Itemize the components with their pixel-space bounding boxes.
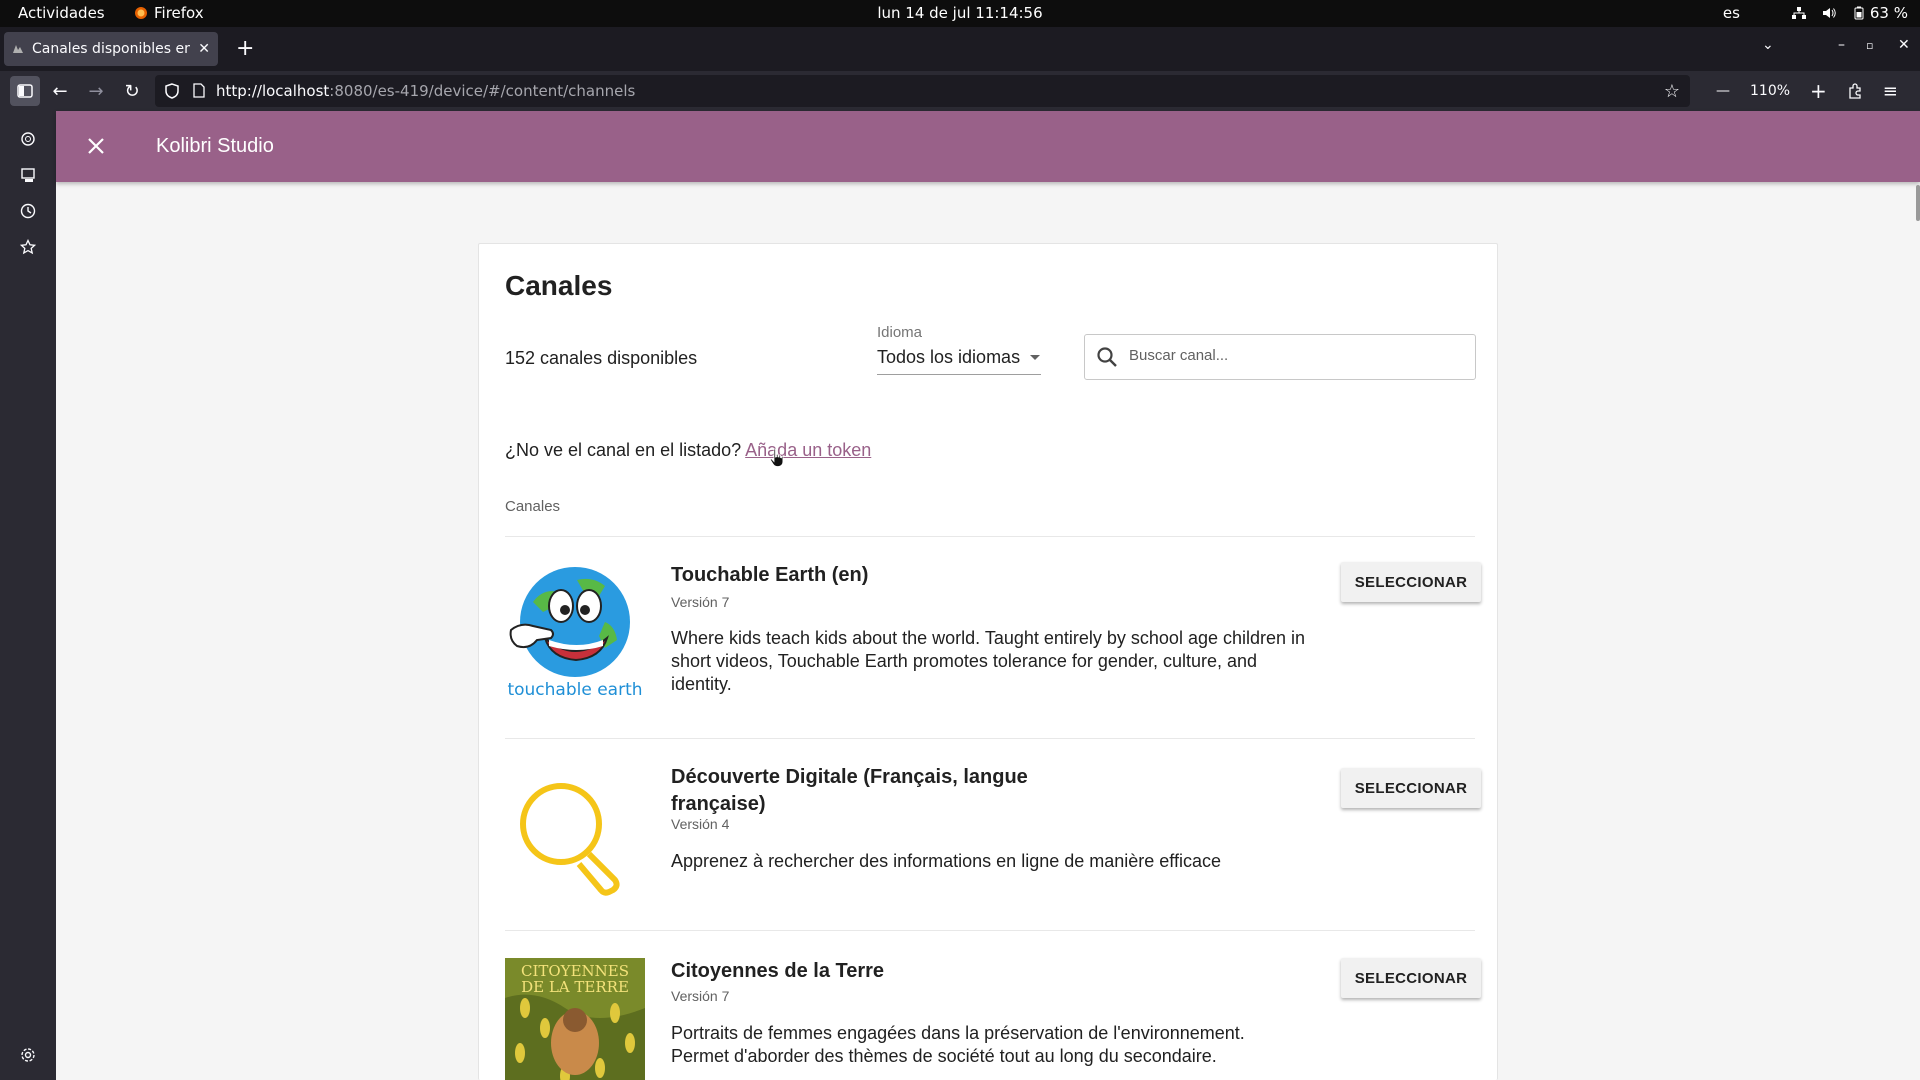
channel-version: Versión 7 — [671, 594, 730, 610]
app-title: Kolibri Studio — [156, 135, 274, 157]
zoom-out-button[interactable]: — — [1716, 83, 1730, 99]
channel-search-box[interactable] — [1084, 334, 1476, 380]
url-text[interactable]: http://localhost:8080/es-419/device/#/co… — [216, 82, 635, 100]
thumbnail-logo-text: touchable earth — [507, 680, 642, 700]
select-channel-button[interactable]: SELECCIONAR — [1341, 768, 1481, 808]
history-icon[interactable] — [16, 199, 40, 223]
page-info-icon[interactable] — [193, 83, 205, 98]
ai-chatbot-icon[interactable] — [16, 127, 40, 151]
language-filter-label: Idioma — [877, 324, 923, 341]
tab-close-icon[interactable]: ✕ — [198, 41, 210, 57]
volume-icon — [1822, 8, 1836, 18]
divider — [505, 738, 1475, 739]
language-filter-select[interactable]: Todos los idiomas — [877, 347, 1041, 375]
search-icon — [1097, 347, 1117, 367]
reload-button[interactable]: ↻ — [120, 79, 144, 103]
activities-button[interactable]: Actividades — [18, 4, 105, 22]
page-title: Canales — [505, 270, 613, 301]
zoom-level[interactable]: 110% — [1750, 83, 1790, 99]
token-prompt-text: ¿No ve el canal en el listado? — [505, 440, 742, 460]
system-tray[interactable]: es 63 % — [1723, 4, 1908, 22]
touchable-earth-thumbnail: touchable earth — [507, 567, 643, 700]
back-button[interactable]: ← — [48, 79, 72, 103]
hand-cursor-icon — [769, 448, 784, 467]
select-channel-button[interactable]: SELECCIONAR — [1341, 958, 1481, 998]
extensions-icon[interactable] — [1847, 83, 1863, 99]
close-window-icon[interactable]: ✕ — [1898, 37, 1910, 53]
sidebar-icon — [17, 84, 33, 98]
citoyennes-thumbnail: CITOYENNES DE LA TERRE — [505, 958, 645, 1080]
system-top-bar: Actividades Firefox lun 14 de jul 11:14:… — [0, 0, 1920, 27]
minimize-window-icon[interactable]: – — [1838, 37, 1845, 53]
divider — [505, 536, 1475, 537]
bookmark-star-icon[interactable]: ☆ — [1664, 81, 1680, 102]
forward-button[interactable]: → — [84, 79, 108, 103]
channel-row: CITOYENNES DE LA TERRE Citoyennes de la … — [505, 958, 1481, 1080]
dropdown-arrow-icon — [1030, 355, 1041, 360]
page-scrollbar[interactable] — [1916, 185, 1920, 221]
sidebar-settings-icon[interactable] — [16, 1043, 40, 1067]
browser-tab-active[interactable]: Canales disponibles en Kolibri ✕ — [4, 32, 218, 66]
app-name: Firefox — [154, 4, 204, 22]
channel-row: touchable earth Touchable Earth (en) Ver… — [505, 562, 1481, 712]
network-icon — [1791, 7, 1806, 19]
channel-title: Citoyennes de la Terre — [671, 960, 885, 982]
thumbnail-title-line-2: DE LA TERRE — [521, 978, 629, 996]
synced-tabs-icon[interactable] — [16, 163, 40, 187]
battery-indicator[interactable]: 63 % — [1852, 4, 1908, 22]
battery-percent: 63 % — [1869, 4, 1908, 22]
tab-strip: Canales disponibles en Kolibri ✕ + ⌄ – ▫… — [0, 27, 1920, 71]
select-channel-button[interactable]: SELECCIONAR — [1341, 562, 1481, 602]
app-header: Kolibri Studio — [56, 111, 1920, 182]
close-icon[interactable] — [83, 133, 109, 159]
channel-search-input[interactable] — [1129, 347, 1459, 364]
sidebar-toggle-button[interactable] — [10, 76, 40, 106]
app-menu[interactable]: Firefox — [134, 4, 204, 22]
channel-version: Versión 7 — [671, 988, 730, 1004]
battery-icon — [1854, 6, 1864, 20]
kolibri-favicon-icon — [13, 45, 23, 53]
navigation-bar: ← → ↻ http://localhost:8080/es-419/devic… — [0, 71, 1920, 111]
token-prompt: ¿No ve el canal en el listado? Añada un … — [505, 440, 871, 461]
bookmarks-icon[interactable] — [16, 235, 40, 259]
restore-window-icon[interactable]: ▫ — [1866, 39, 1873, 52]
url-bar[interactable]: http://localhost:8080/es-419/device/#/co… — [155, 75, 1690, 107]
add-token-link[interactable]: Añada un token — [745, 440, 871, 460]
magnifying-glass-thumbnail — [520, 783, 620, 896]
url-path: :8080/es-419/device/#/content/channels — [329, 82, 636, 100]
channel-row: Découverte Digitale (Français, langue fr… — [505, 764, 1481, 914]
keyboard-layout[interactable]: es — [1723, 4, 1740, 22]
language-filter-value: Todos los idiomas — [877, 347, 1021, 367]
tab-title: Canales disponibles en Kolibri — [32, 41, 191, 57]
channel-description: Portraits de femmes engagées dans la pré… — [671, 1023, 1245, 1066]
channel-description: Where kids teach kids about the world. T… — [671, 628, 1306, 694]
channel-description: Apprenez à rechercher des informations e… — [671, 851, 1221, 871]
section-label: Canales — [505, 498, 561, 515]
list-all-tabs-icon[interactable]: ⌄ — [1762, 37, 1774, 53]
divider — [505, 930, 1475, 931]
channels-card: Canales 152 canales disponibles Idioma T… — [478, 243, 1498, 1080]
app-menu-hamburger-icon[interactable]: ≡ — [1883, 81, 1898, 102]
channel-title: Touchable Earth (en) — [671, 564, 869, 586]
zoom-in-button[interactable]: + — [1810, 79, 1827, 103]
firefox-icon — [135, 7, 147, 19]
zoom-controls: — 110% + ≡ — [1716, 79, 1898, 103]
channel-version: Versión 4 — [671, 816, 730, 832]
clock[interactable]: lun 14 de jul 11:14:56 — [877, 4, 1042, 22]
tracking-shield-icon[interactable] — [165, 83, 179, 99]
channel-count: 152 canales disponibles — [505, 348, 698, 368]
browser-sidebar — [0, 111, 56, 1080]
channel-title: Découverte Digitale (Français, langue fr… — [671, 766, 1028, 815]
url-host: http://localhost — [216, 82, 330, 100]
new-tab-button[interactable]: + — [236, 38, 254, 60]
